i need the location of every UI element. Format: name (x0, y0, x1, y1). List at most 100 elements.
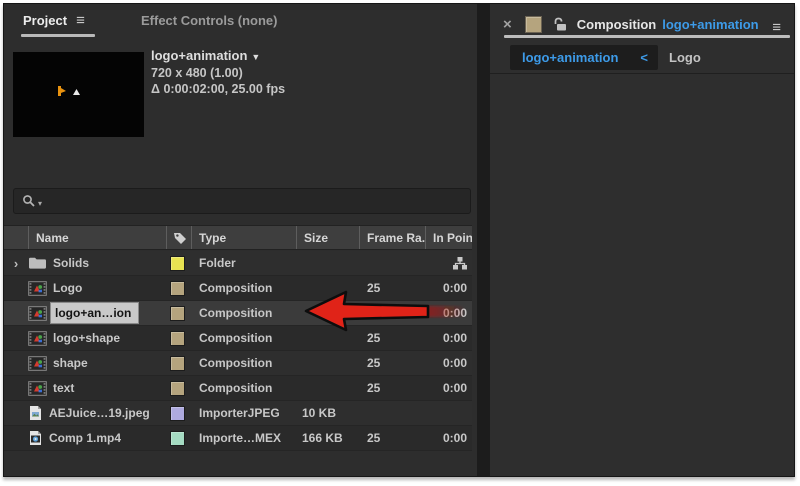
label-color-swatch[interactable] (170, 381, 185, 396)
table-row-shape[interactable]: shape Composition 25 0:00 (4, 351, 472, 376)
item-frame-rate: 25 (359, 376, 425, 400)
item-name: Solids (53, 256, 89, 270)
item-in-point: 0:00 (425, 351, 472, 375)
label-color-swatch[interactable] (170, 331, 185, 346)
search-input[interactable]: ▾ (13, 188, 471, 214)
active-panel-underline (504, 35, 790, 38)
composition-viewer-empty-area (490, 74, 794, 476)
item-frame-rate: 25 (359, 326, 425, 350)
item-type: Importe…MEX (191, 426, 296, 450)
item-size (296, 326, 359, 350)
table-row-logo-animation-selected[interactable]: logo+an…ion Composition 25 0:00 (4, 301, 472, 326)
composition-icon (28, 356, 47, 371)
panel-color-swatch[interactable] (525, 16, 542, 33)
composition-icon (28, 381, 47, 396)
breadcrumb-current-label: logo+animation (522, 50, 618, 65)
item-frame-rate: 25 (359, 351, 425, 375)
item-name: shape (53, 356, 88, 370)
close-icon[interactable]: × (503, 16, 512, 33)
thumbnail-white-caret-icon (72, 88, 81, 96)
project-item-list: › Solids Folder (4, 251, 472, 451)
table-row-text[interactable]: text Composition 25 0:00 (4, 376, 472, 401)
item-name-rename-field[interactable]: logo+an…ion (50, 302, 139, 324)
mp4-file-icon (28, 430, 43, 446)
item-size: 10 KB (296, 401, 359, 425)
item-frame-rate: 25 (359, 276, 425, 300)
label-color-swatch[interactable] (170, 356, 185, 371)
item-type: ImporterJPEG (191, 401, 296, 425)
breadcrumb-current-tab[interactable]: logo+animation < (510, 45, 658, 70)
label-color-swatch[interactable] (170, 431, 185, 446)
table-row-solids[interactable]: › Solids Folder (4, 251, 472, 276)
column-header-in-point[interactable]: In Point (425, 226, 472, 249)
item-in-point (425, 401, 472, 425)
item-size (296, 351, 359, 375)
column-header-name[interactable]: Name (28, 226, 166, 249)
composition-dimensions: 720 x 480 (1.00) (151, 65, 285, 81)
item-frame-rate (359, 251, 425, 275)
item-in-point: 0:00 (425, 276, 472, 300)
panel-divider[interactable] (477, 4, 490, 476)
composition-icon (28, 281, 47, 296)
item-type: Composition (191, 276, 296, 300)
item-in-point: 0:00 (425, 301, 472, 325)
label-color-swatch[interactable] (170, 406, 185, 421)
after-effects-window: Project ≡ Effect Controls (none) logo+an… (3, 3, 795, 477)
header-spacer (4, 226, 28, 249)
item-name: logo+shape (53, 331, 120, 345)
item-frame-rate: 25 (359, 301, 425, 325)
item-type: Composition (191, 351, 296, 375)
composition-icon (28, 306, 47, 321)
label-color-swatch[interactable] (170, 281, 185, 296)
item-type: Composition (191, 326, 296, 350)
item-frame-rate: 25 (359, 426, 425, 450)
panel-menu-icon[interactable]: ≡ (76, 13, 85, 28)
project-panel: Project ≡ Effect Controls (none) logo+an… (4, 4, 477, 476)
item-size (296, 251, 359, 275)
tab-effect-controls[interactable]: Effect Controls (none) (141, 13, 278, 28)
item-name: AEJuice…19.jpeg (49, 406, 150, 420)
tab-project[interactable]: Project ≡ (23, 13, 85, 28)
jpeg-file-icon (28, 405, 43, 421)
column-header-type[interactable]: Type (191, 226, 296, 249)
table-row-logo-shape[interactable]: logo+shape Composition 25 0:00 (4, 326, 472, 351)
table-row-comp1-mp4[interactable]: Comp 1.mp4 Importe…MEX 166 KB 25 0:00 (4, 426, 472, 451)
item-size (296, 301, 359, 325)
column-header-label[interactable] (166, 226, 191, 249)
label-color-swatch[interactable] (170, 256, 185, 271)
composition-panel: × Composition logo+animation ≡ logo+anim… (490, 4, 794, 476)
panel-title-comp-name[interactable]: logo+animation (662, 17, 758, 32)
dropdown-arrow-icon: ▼ (251, 52, 260, 62)
search-icon (22, 194, 36, 208)
search-options-icon[interactable]: ▾ (38, 199, 42, 208)
column-header-size[interactable]: Size (296, 226, 359, 249)
table-row-aejuice-jpeg[interactable]: AEJuice…19.jpeg ImporterJPEG 10 KB (4, 401, 472, 426)
item-in-point: 0:00 (425, 376, 472, 400)
tab-project-label: Project (23, 13, 67, 28)
breadcrumb-previous-tab[interactable]: Logo (669, 50, 701, 65)
unlock-icon[interactable] (554, 17, 568, 32)
panel-title[interactable]: Composition (577, 17, 656, 32)
label-color-swatch[interactable] (170, 306, 185, 321)
project-table-header: Name Type Size Frame Ra.. In Point (4, 225, 472, 250)
composition-duration: Δ 0:00:02:00, 25.00 fps (151, 81, 285, 97)
table-row-logo[interactable]: Logo Composition 25 0:00 (4, 276, 472, 301)
item-size (296, 276, 359, 300)
thumbnail-orange-logo-icon (56, 85, 69, 98)
item-in-point: 0:00 (425, 426, 472, 450)
active-tab-underline (21, 34, 95, 37)
left-panel-tabbar: Project ≡ Effect Controls (none) (4, 4, 477, 44)
sitemap-icon[interactable] (452, 256, 468, 271)
item-size: 166 KB (296, 426, 359, 450)
item-name: text (53, 381, 74, 395)
composition-icon (28, 331, 47, 346)
composition-info: logo+animation ▼ 720 x 480 (1.00) Δ 0:00:… (151, 48, 285, 97)
item-type: Composition (191, 301, 296, 325)
composition-name: logo+animation (151, 48, 247, 63)
column-header-frame-rate[interactable]: Frame Ra.. (359, 226, 425, 249)
composition-breadcrumb: logo+animation < Logo (490, 44, 794, 70)
panel-menu-icon[interactable]: ≡ (772, 20, 781, 35)
breadcrumb-back-icon[interactable]: < (640, 50, 648, 65)
composition-name-dropdown[interactable]: logo+animation ▼ (151, 48, 285, 65)
item-size (296, 376, 359, 400)
